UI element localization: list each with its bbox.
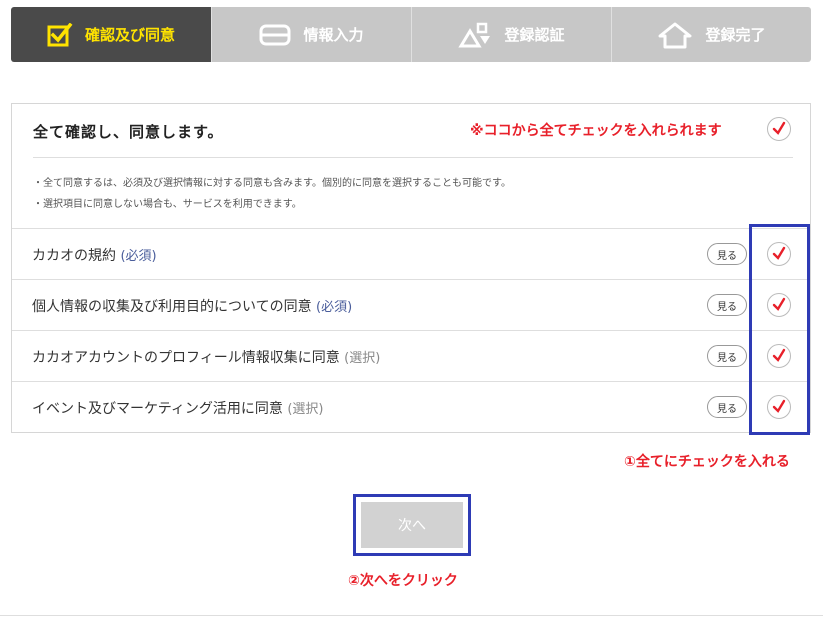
- step-verification: 登録認証: [411, 7, 611, 62]
- check-box-icon: [47, 22, 73, 47]
- agree-all-note: ※ココから全てチェックを入れられます: [470, 123, 722, 139]
- view-button[interactable]: 見る: [707, 243, 747, 265]
- next-button[interactable]: 次へ: [361, 502, 463, 548]
- step-label: 情報入力: [303, 26, 364, 44]
- annotation-click-next: ②次へをクリック: [348, 573, 458, 589]
- terms-list: カカオの規約 (必須) 見る 個人情報の収集及び利用目的についての同意 (必須)…: [12, 228, 810, 432]
- shapes-icon: [458, 22, 492, 48]
- agreement-panel: 全て確認し、同意します。 ※ココから全てチェックを入れられます ・全て同意するは…: [11, 103, 811, 433]
- input-field-icon: [259, 24, 291, 46]
- term-row-kakao-terms: カカオの規約 (必須) 見る: [12, 228, 810, 279]
- step-label: 登録完了: [705, 26, 766, 44]
- required-tag: (必須): [316, 300, 353, 315]
- signup-step-bar: 確認及び同意 情報入力 登録認証 登録完了: [11, 7, 811, 62]
- agree-all-description: ・全て同意するは、必須及び選択情報に対する同意も含みます。個別的に同意を選択する…: [33, 173, 511, 215]
- agree-all-row[interactable]: 全て確認し、同意します。 ※ココから全てチェックを入れられます: [12, 104, 810, 158]
- view-button[interactable]: 見る: [707, 345, 747, 367]
- step-confirm-agree: 確認及び同意: [11, 7, 211, 62]
- optional-tag: (選択): [344, 351, 381, 366]
- view-button[interactable]: 見る: [707, 396, 747, 418]
- optional-tag: (選択): [287, 402, 324, 417]
- agree-all-title: 全て確認し、同意します。: [33, 123, 224, 141]
- agree-all-checkbox[interactable]: [767, 117, 791, 141]
- term-label: カカオの規約 (必須): [32, 248, 157, 264]
- step-info-input: 情報入力: [211, 7, 411, 62]
- house-icon: [657, 21, 693, 49]
- description-line: ・選択項目に同意しない場合も、サービスを利用できます。: [33, 199, 302, 210]
- term-label: イベント及びマーケティング活用に同意 (選択): [32, 401, 324, 417]
- checkmark-icon: [772, 121, 786, 135]
- step-complete: 登録完了: [611, 7, 811, 62]
- term-row-personal-info: 個人情報の収集及び利用目的についての同意 (必須) 見る: [12, 279, 810, 330]
- divider: [33, 157, 793, 158]
- required-tag: (必須): [120, 249, 157, 264]
- divider: [0, 615, 823, 616]
- term-row-profile-info: カカオアカウントのプロフィール情報収集に同意 (選択) 見る: [12, 330, 810, 381]
- term-row-marketing: イベント及びマーケティング活用に同意 (選択) 見る: [12, 381, 810, 432]
- view-button[interactable]: 見る: [707, 294, 747, 316]
- checkbox-highlight-frame: [749, 224, 810, 435]
- description-line: ・全て同意するは、必須及び選択情報に対する同意も含みます。個別的に同意を選択する…: [33, 178, 511, 189]
- step-label: 確認及び同意: [84, 26, 175, 44]
- annotation-check-all: ①全てにチェックを入れる: [624, 454, 790, 470]
- term-label: カカオアカウントのプロフィール情報収集に同意 (選択): [32, 350, 381, 366]
- term-label: 個人情報の収集及び利用目的についての同意 (必須): [32, 299, 353, 315]
- step-label: 登録認証: [504, 26, 565, 44]
